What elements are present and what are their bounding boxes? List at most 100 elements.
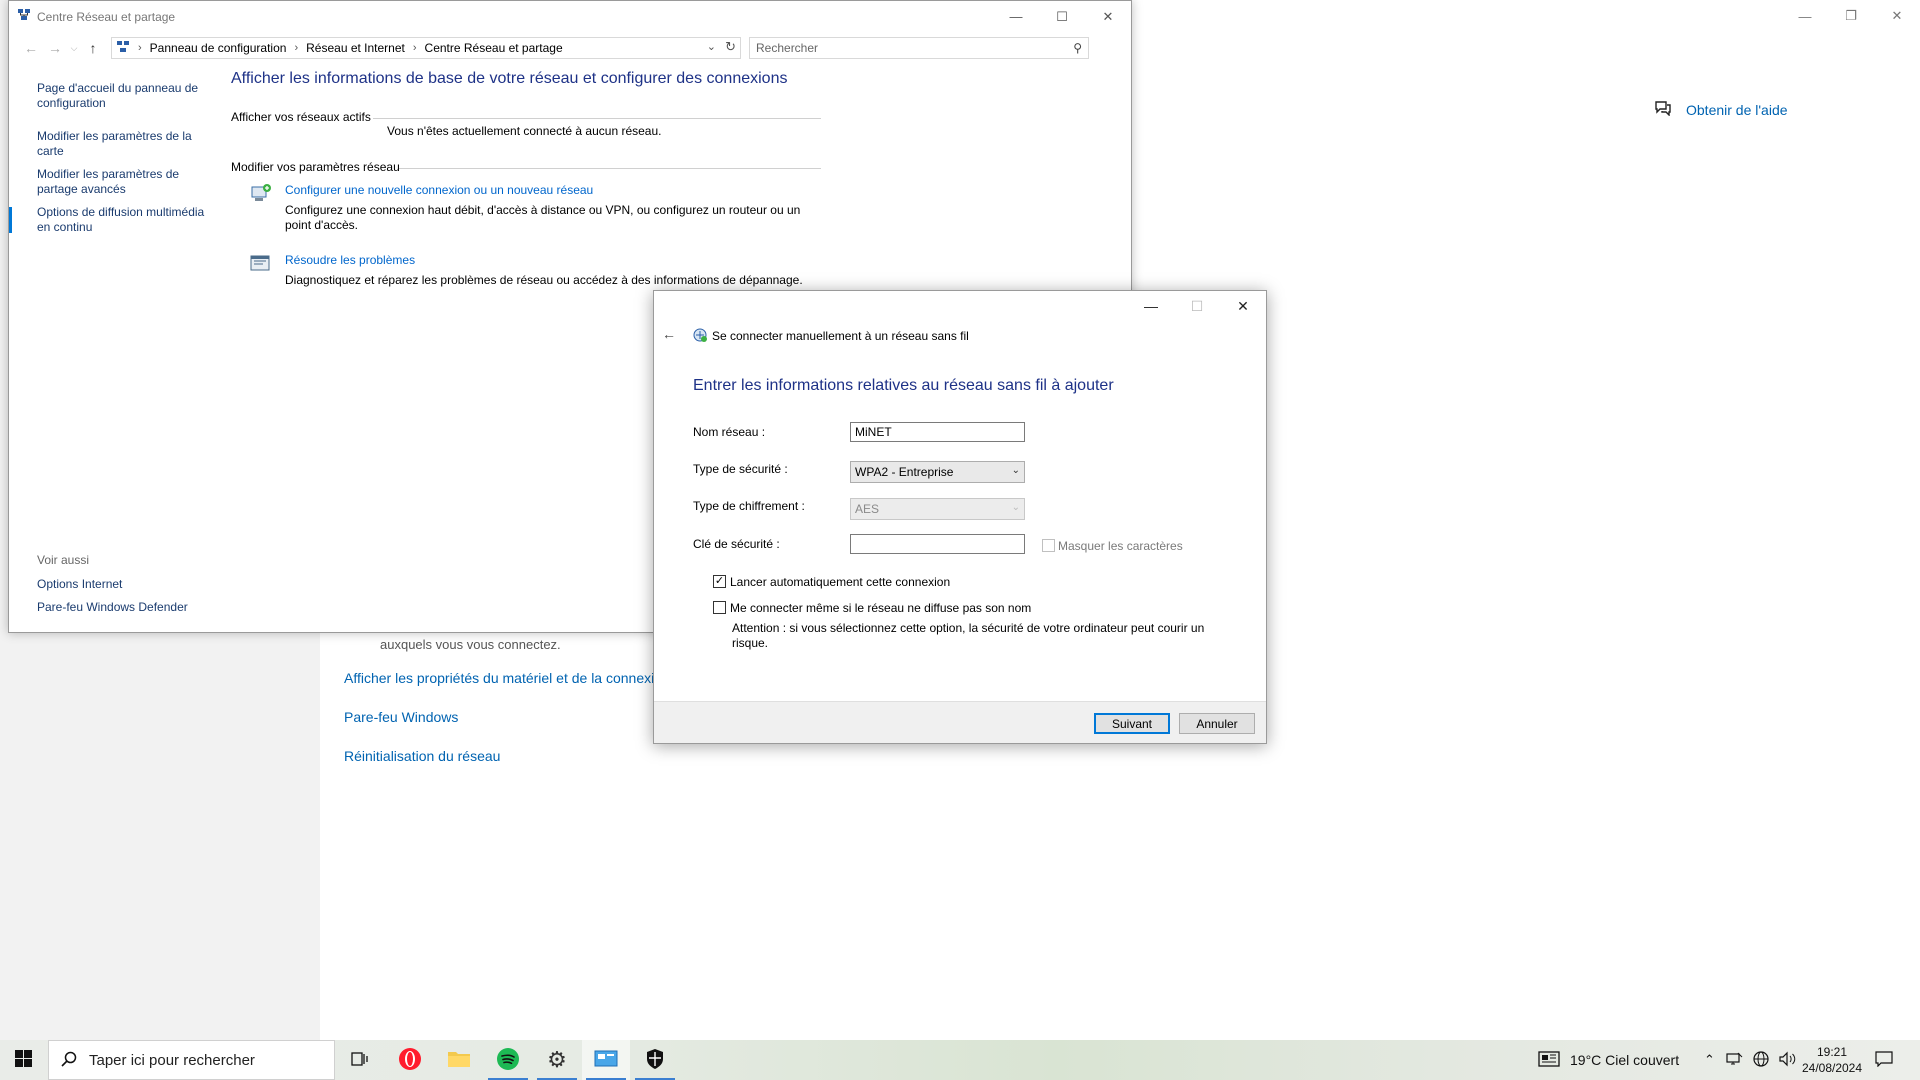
see-also-defender-firewall[interactable]: Pare-feu Windows Defender: [37, 600, 207, 615]
manual-wireless-dialog: — ☐ ✕ ← Se connecter manuellement à un r…: [653, 290, 1267, 744]
search-box[interactable]: ⚲: [749, 37, 1089, 59]
divider: [399, 168, 821, 169]
close-icon[interactable]: ✕: [1085, 1, 1131, 32]
forward-arrow-icon[interactable]: →: [43, 36, 67, 60]
refresh-icon[interactable]: ↻: [725, 39, 736, 55]
chevron-down-icon: ⌄: [1011, 465, 1020, 476]
new-connection-description: Configurez une connexion haut débit, d'a…: [285, 203, 801, 232]
chevron-up-icon[interactable]: ⌃: [1704, 1052, 1715, 1068]
help-link[interactable]: Obtenir de l'aide: [1654, 100, 1788, 119]
security-type-value: WPA2 - Entreprise: [855, 465, 954, 479]
left-link-media-streaming[interactable]: Options de diffusion multimédia en conti…: [9, 205, 207, 235]
hide-characters-checkbox[interactable]: [1042, 539, 1055, 552]
divider: [373, 118, 821, 119]
security-warning: Attention : si vous sélectionnez cette o…: [732, 621, 1205, 650]
navigation-bar: ← → ⌵ ↑ › Panneau de configuration › Rés…: [9, 32, 1131, 64]
back-arrow-icon[interactable]: ←: [19, 36, 43, 60]
taskbar-search-input[interactable]: [89, 1051, 309, 1069]
see-also-heading: Voir aussi: [37, 553, 90, 567]
control-panel-taskbar-button[interactable]: [582, 1040, 630, 1080]
security-key-input[interactable]: [850, 534, 1025, 554]
left-link-adapter-settings[interactable]: Modifier les paramètres de la carte: [37, 129, 207, 159]
network-reset-link[interactable]: Réinitialisation du réseau: [344, 748, 500, 764]
help-label: Obtenir de l'aide: [1686, 101, 1788, 118]
search-input[interactable]: [756, 41, 1056, 55]
hidden-network-checkbox[interactable]: [713, 601, 726, 614]
restore-icon[interactable]: ❐: [1828, 0, 1874, 32]
back-arrow-icon[interactable]: ←: [662, 326, 676, 342]
windows-security-button[interactable]: [631, 1040, 679, 1080]
globe-icon[interactable]: [1753, 1050, 1769, 1070]
security-key-label: Clé de sécurité :: [693, 537, 780, 551]
hide-characters-label: Masquer les caractères: [1058, 539, 1183, 553]
troubleshoot-link[interactable]: Résoudre les problèmes: [285, 253, 415, 267]
new-connection-icon: [249, 183, 273, 205]
opera-icon: [398, 1047, 422, 1074]
notification-icon: [1875, 1050, 1893, 1070]
settings-partial-text: auxquels vous vous connectez.: [380, 637, 561, 652]
network-name-input[interactable]: [850, 422, 1025, 442]
hardware-properties-link[interactable]: Afficher les propriétés du matériel et d…: [344, 670, 670, 686]
spotify-button[interactable]: [484, 1040, 532, 1080]
breadcrumb-network-center[interactable]: Centre Réseau et partage: [425, 41, 563, 55]
chevron-down-icon: ⌄: [1011, 502, 1020, 513]
cancel-button[interactable]: Annuler: [1179, 713, 1255, 734]
taskbar: ⚙ 19°C Ciel couvert ⌃ 19:21 24/08/2: [0, 1040, 1920, 1080]
control-panel-icon: [594, 1049, 618, 1072]
auto-connect-label: Lancer automatiquement cette connexion: [730, 575, 951, 589]
breadcrumb-network-internet[interactable]: Réseau et Internet: [306, 41, 405, 55]
clock-time: 19:21: [1816, 1045, 1848, 1059]
task-view-button[interactable]: [336, 1040, 384, 1080]
close-icon[interactable]: ✕: [1874, 0, 1920, 32]
clock[interactable]: 19:21 24/08/2024: [1800, 1044, 1864, 1076]
taskbar-search[interactable]: [48, 1040, 335, 1080]
encryption-type-value: AES: [855, 502, 880, 516]
maximize-icon[interactable]: ☐: [1039, 1, 1085, 32]
left-pane: Page d'accueil du panneau de configurati…: [9, 64, 214, 624]
next-button[interactable]: Suivant: [1094, 713, 1170, 734]
folder-icon: [447, 1049, 471, 1072]
system-tray: ⌃: [1704, 1040, 1797, 1080]
encryption-type-select: AES ⌄: [850, 498, 1025, 520]
shield-icon: [645, 1048, 665, 1073]
page-title: Afficher les informations de base de vot…: [231, 70, 788, 87]
breadcrumb-control-panel[interactable]: Panneau de configuration: [150, 41, 287, 55]
news-icon: [1538, 1050, 1560, 1070]
minimize-icon[interactable]: —: [1782, 0, 1828, 32]
chevron-down-icon[interactable]: ⌄: [707, 40, 716, 53]
troubleshoot-description: Diagnostiquez et réparez les problèmes d…: [285, 273, 803, 287]
network-center-icon: [17, 8, 31, 25]
opera-button[interactable]: [386, 1040, 434, 1080]
network-name-label: Nom réseau :: [693, 425, 766, 439]
recent-dropdown-icon[interactable]: ⌵: [67, 36, 81, 60]
change-settings-heading: Modifier vos paramètres réseau: [231, 160, 400, 174]
minimize-icon[interactable]: —: [1128, 291, 1174, 321]
close-icon[interactable]: ✕: [1220, 291, 1266, 321]
settings-button[interactable]: ⚙: [533, 1040, 581, 1080]
window-title: Centre Réseau et partage: [37, 9, 176, 24]
windows-firewall-link[interactable]: Pare-feu Windows: [344, 709, 458, 725]
control-panel-icon: [116, 40, 130, 57]
active-networks-heading: Afficher vos réseaux actifs: [231, 110, 371, 124]
help-chat-icon: [1654, 100, 1672, 119]
see-also-internet-options[interactable]: Options Internet: [37, 577, 207, 592]
search-icon[interactable]: ⚲: [1073, 41, 1082, 55]
network-adapter-icon[interactable]: [1725, 1052, 1743, 1069]
address-bar[interactable]: › Panneau de configuration › Réseau et I…: [111, 37, 741, 59]
clock-date: 24/08/2024: [1801, 1061, 1863, 1075]
up-arrow-icon[interactable]: ↑: [81, 36, 105, 60]
new-connection-link[interactable]: Configurer une nouvelle connexion ou un …: [285, 183, 593, 197]
notifications-button[interactable]: [1875, 1040, 1893, 1080]
task-view-icon: [351, 1051, 369, 1070]
left-link-advanced-sharing[interactable]: Modifier les paramètres de partage avanc…: [37, 167, 207, 197]
dialog-header: Se connecter manuellement à un réseau sa…: [712, 329, 969, 343]
speaker-icon[interactable]: [1779, 1051, 1797, 1070]
security-type-select[interactable]: WPA2 - Entreprise ⌄: [850, 461, 1025, 483]
start-button[interactable]: [0, 1040, 46, 1080]
file-explorer-button[interactable]: [435, 1040, 483, 1080]
chevron-right-icon: ›: [138, 42, 142, 54]
left-link-control-panel-home[interactable]: Page d'accueil du panneau de configurati…: [37, 81, 207, 111]
auto-connect-checkbox[interactable]: ✓: [713, 575, 726, 588]
weather-widget[interactable]: 19°C Ciel couvert: [1538, 1040, 1679, 1080]
minimize-icon[interactable]: —: [993, 1, 1039, 32]
